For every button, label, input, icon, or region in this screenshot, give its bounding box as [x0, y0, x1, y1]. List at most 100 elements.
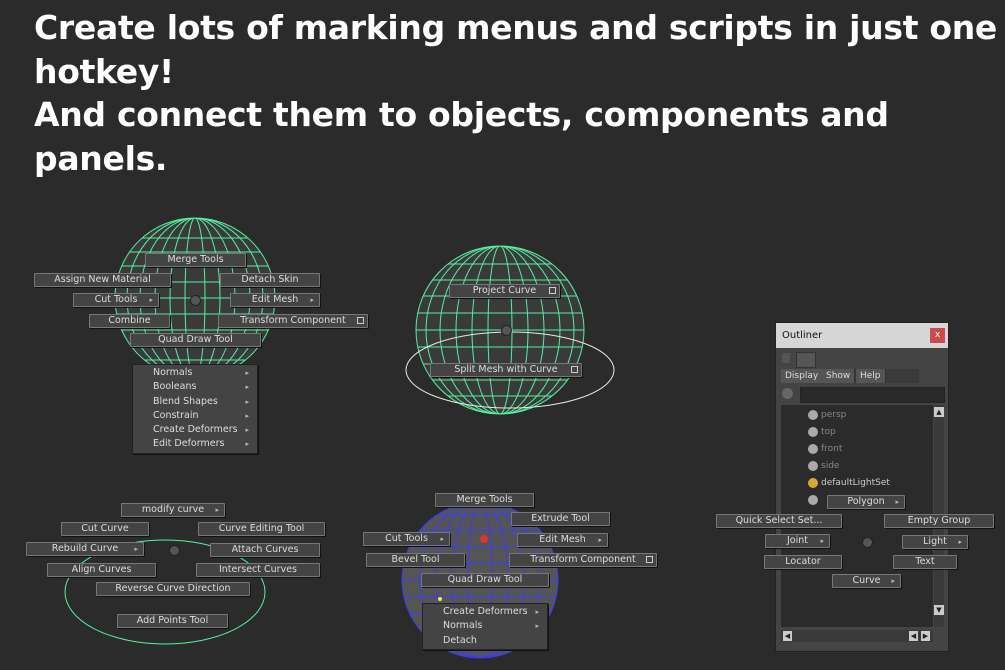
list-item[interactable]: side: [808, 459, 840, 473]
cut-tools-button-2[interactable]: Cut Tools ▸: [363, 532, 450, 546]
quad-draw-tool-label: Quad Draw Tool: [158, 334, 233, 345]
option-box-icon[interactable]: [571, 366, 578, 373]
list-item[interactable]: front: [808, 442, 842, 456]
curve-editing-tool-button[interactable]: Curve Editing Tool: [198, 522, 325, 536]
project-curve-button[interactable]: Project Curve: [449, 284, 560, 298]
combine-label: Combine: [108, 315, 151, 326]
joint-button[interactable]: Joint ▸: [765, 534, 830, 548]
submenu-arrow-icon: ▸: [598, 536, 602, 544]
reverse-curve-direction-button[interactable]: Reverse Curve Direction: [96, 582, 250, 596]
submenu-item-normals[interactable]: Normals ▸: [133, 366, 257, 380]
menu-help[interactable]: Help: [856, 369, 886, 383]
submenu-arrow-icon: ▸: [245, 440, 249, 449]
transform-component-label: Transform Component: [530, 554, 636, 565]
search-input[interactable]: [800, 387, 945, 403]
edit-mesh-label: Edit Mesh: [539, 534, 586, 545]
outliner-title-bar[interactable]: Outliner x: [776, 323, 948, 348]
rebuild-curve-label: Rebuild Curve: [51, 543, 119, 554]
submenu-item-label: Create Deformers: [443, 606, 528, 617]
edit-mesh-button-2[interactable]: Edit Mesh ▸: [517, 533, 608, 547]
cut-tools-button[interactable]: Cut Tools ▸: [73, 293, 159, 307]
list-item-label: side: [821, 461, 840, 471]
merge-tools-button[interactable]: Merge Tools: [145, 253, 246, 267]
set-icon: [808, 495, 818, 505]
edit-mesh-button[interactable]: Edit Mesh ▸: [230, 293, 320, 307]
outliner-window: Outliner x Display Show Help persp top f…: [775, 322, 949, 652]
align-curves-button[interactable]: Align Curves: [47, 563, 156, 577]
submenu-item-blend-shapes[interactable]: Blend Shapes ▸: [133, 395, 257, 409]
merge-tools-label: Merge Tools: [167, 254, 224, 265]
list-item-label: top: [821, 427, 836, 437]
list-item[interactable]: top: [808, 425, 836, 439]
submenu-arrow-icon: ▸: [245, 397, 249, 406]
light-button[interactable]: Light ▸: [902, 535, 968, 549]
submenu-arrow-icon: ▸: [820, 537, 824, 545]
menu-center-dot: [190, 295, 201, 306]
split-mesh-with-curve-label: Split Mesh with Curve: [454, 364, 558, 375]
cut-curve-button[interactable]: Cut Curve: [61, 522, 149, 536]
scroll-right-icon[interactable]: ▶: [921, 631, 930, 641]
add-points-tool-button[interactable]: Add Points Tool: [117, 614, 228, 628]
panel-tab[interactable]: [796, 352, 816, 368]
list-item[interactable]: persp: [808, 408, 847, 422]
text-label: Text: [915, 556, 935, 567]
detach-skin-label: Detach Skin: [241, 274, 299, 285]
quick-select-set-button[interactable]: Quick Select Set...: [716, 514, 842, 528]
polygon-button[interactable]: Polygon ▸: [827, 495, 905, 509]
submenu-item-create-deformers[interactable]: Create Deformers ▸: [133, 423, 257, 437]
submenu-item-normals[interactable]: Normals ▸: [423, 619, 547, 633]
quad-draw-tool-button[interactable]: Quad Draw Tool: [130, 333, 261, 347]
list-item-label: persp: [821, 410, 847, 420]
scroll-left-icon[interactable]: ◀: [783, 631, 792, 641]
locator-label: Locator: [785, 556, 821, 567]
combine-button[interactable]: Combine: [89, 314, 170, 328]
attach-curves-button[interactable]: Attach Curves: [210, 543, 320, 557]
intersect-curves-label: Intersect Curves: [218, 564, 298, 575]
horizontal-scrollbar[interactable]: ◀ ◀ ▶: [781, 630, 933, 642]
text-button[interactable]: Text: [893, 555, 957, 569]
submenu-item-edit-deformers[interactable]: Edit Deformers ▸: [133, 437, 257, 451]
submenu-arrow-icon: ▸: [895, 498, 899, 506]
reverse-curve-direction-label: Reverse Curve Direction: [115, 583, 231, 594]
scroll-down-icon[interactable]: ▼: [934, 605, 944, 615]
quad-draw-tool-button-2[interactable]: Quad Draw Tool: [421, 573, 549, 587]
detach-skin-button[interactable]: Detach Skin: [220, 273, 320, 287]
panel-tab-handle[interactable]: [782, 353, 790, 363]
scroll-left-icon-2[interactable]: ◀: [909, 631, 918, 641]
extrude-tool-label: Extrude Tool: [531, 513, 590, 524]
project-curve-label: Project Curve: [472, 285, 537, 296]
empty-group-button[interactable]: Empty Group: [884, 514, 994, 528]
option-box-icon[interactable]: [549, 287, 556, 294]
transform-component-label: Transform Component: [240, 315, 346, 326]
assign-new-material-label: Assign New Material: [54, 274, 151, 285]
list-item[interactable]: defaultLightSet: [808, 476, 890, 490]
extrude-tool-button[interactable]: Extrude Tool: [511, 512, 610, 526]
submenu-item-label: Create Deformers: [153, 424, 238, 436]
menu-center-dot: [501, 325, 512, 336]
locator-button[interactable]: Locator: [764, 555, 842, 569]
submenu-item-create-deformers[interactable]: Create Deformers ▸: [423, 605, 547, 619]
bevel-tool-button[interactable]: Bevel Tool: [366, 553, 465, 567]
merge-tools-button-2[interactable]: Merge Tools: [435, 493, 534, 507]
curve-editing-tool-label: Curve Editing Tool: [218, 523, 305, 534]
search-icon[interactable]: [782, 388, 793, 399]
quad-draw-tool-label: Quad Draw Tool: [447, 574, 523, 585]
menu-display[interactable]: Display: [781, 369, 824, 383]
option-box-icon[interactable]: [646, 556, 653, 563]
submenu-item-booleans[interactable]: Booleans ▸: [133, 380, 257, 394]
transform-component-button[interactable]: Transform Component: [218, 314, 368, 328]
scroll-up-icon[interactable]: ▲: [934, 407, 944, 417]
assign-new-material-button[interactable]: Assign New Material: [34, 273, 171, 287]
cut-curve-label: Cut Curve: [81, 523, 129, 534]
split-mesh-with-curve-button[interactable]: Split Mesh with Curve: [430, 363, 582, 377]
close-icon[interactable]: x: [930, 328, 945, 343]
modify-curve-button[interactable]: modify curve ▸: [121, 503, 225, 517]
curve-button[interactable]: Curve ▸: [832, 574, 901, 588]
intersect-curves-button[interactable]: Intersect Curves: [196, 563, 320, 577]
transform-component-button-2[interactable]: Transform Component: [509, 553, 657, 567]
rebuild-curve-button[interactable]: Rebuild Curve ▸: [26, 542, 144, 556]
submenu-item-detach[interactable]: Detach: [423, 634, 547, 648]
submenu-item-constrain[interactable]: Constrain ▸: [133, 409, 257, 423]
option-box-icon[interactable]: [357, 317, 364, 324]
menu-show[interactable]: Show: [822, 369, 856, 383]
